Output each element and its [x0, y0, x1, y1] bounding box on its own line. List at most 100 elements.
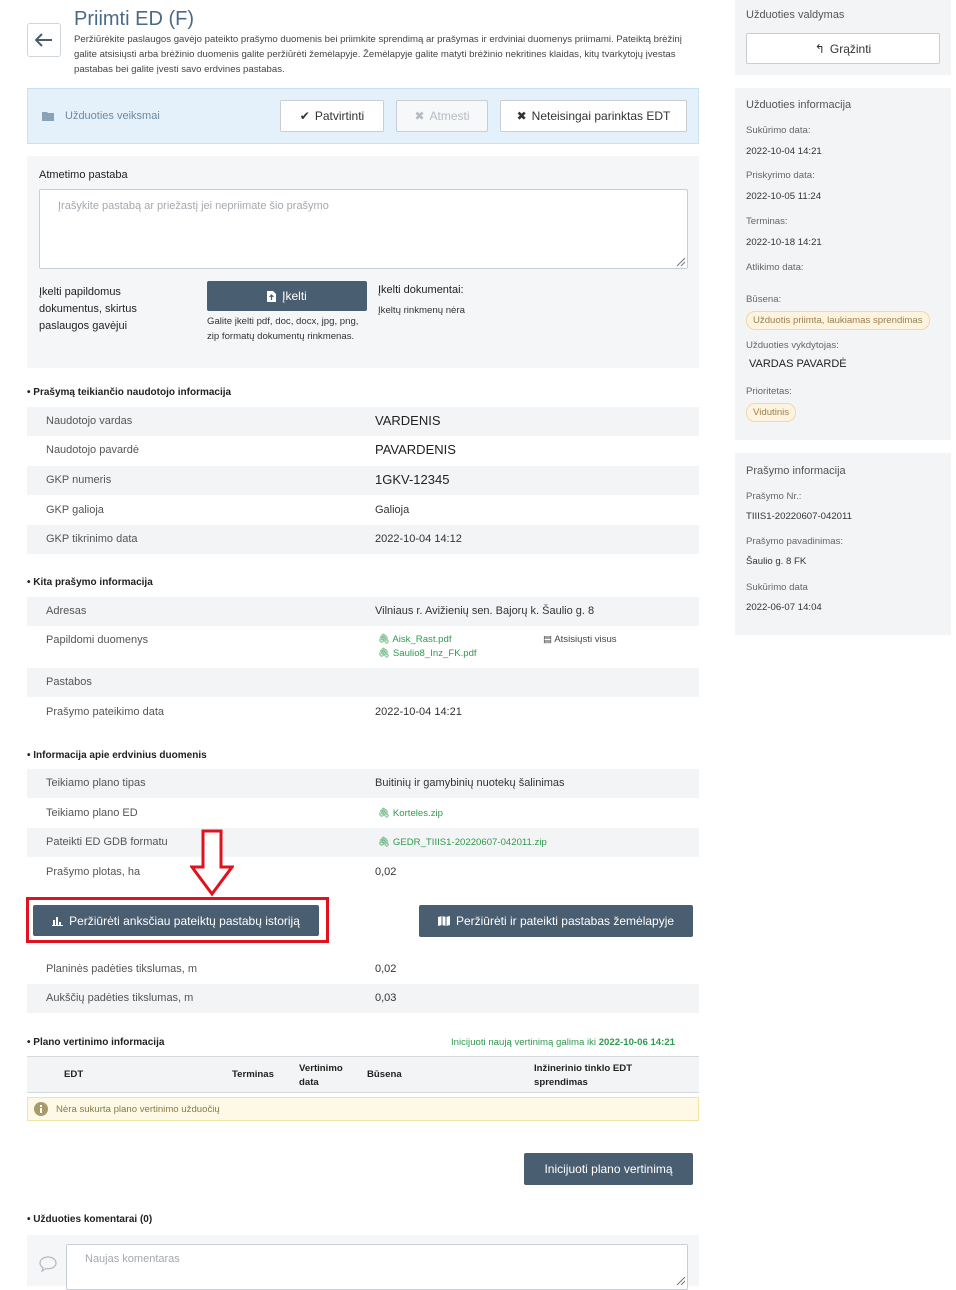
view-history-button[interactable]: Peržiūrėti anksčiau pateiktų pastabų ist…	[33, 905, 319, 936]
request-info-heading: Prašymo informacija	[746, 465, 846, 477]
status-badge: Užduotis priimta, laukiamas sprendimas	[746, 311, 930, 330]
request-no-value: TIIIS1-20220607-042011	[746, 511, 852, 522]
task-management-heading: Užduoties valdymas	[746, 9, 845, 21]
file-link[interactable]: 🖇 GEDR_TIIIS1-20220607-042011.zip	[378, 837, 547, 848]
confirm-button[interactable]: ✔ Patvirtinti	[280, 100, 384, 132]
request-created-label: Sukūrimo data	[746, 582, 808, 593]
resize-handle-icon[interactable]	[675, 1275, 685, 1285]
column-header: EDT	[64, 1069, 84, 1080]
info-row: GKP tikrinimo data 2022-10-04 14:12	[27, 525, 699, 554]
task-actions-bar: Užduoties veiksmai ✔ Patvirtinti ✖ Atmesti…	[27, 88, 699, 144]
info-row: GKP numeris 1GKV-12345	[27, 466, 699, 495]
view-map-button[interactable]: Peržiūrėti ir pateikti pastabas žemėlapy…	[419, 905, 693, 937]
task-management-card: Užduoties valdymas ↰ Grąžinti	[735, 0, 951, 75]
init-verification-button[interactable]: Inicijuoti plano vertinimą	[524, 1153, 693, 1185]
info-row: Teikiamo plano ED 🖇 Korteles.zip	[46, 807, 443, 819]
created-date-label: Sukūrimo data:	[746, 125, 811, 136]
upload-hint: Galite įkelti pdf, doc, docx, jpg, png, …	[207, 316, 359, 342]
rejection-panel: Atmetimo pastaba Įrašykite pastabą ar pr…	[27, 156, 699, 368]
upload-button[interactable]: Įkelti	[207, 281, 367, 311]
comment-panel: Naujas komentaras	[27, 1235, 699, 1290]
arrow-left-icon	[35, 33, 52, 47]
uploaded-docs-title: Įkelti dokumentai:	[378, 284, 464, 296]
comment-placeholder: Naujas komentaras	[85, 1253, 180, 1265]
task-info-card: Užduoties informacija Sukūrimo data: 202…	[735, 88, 951, 440]
request-name-label: Prašymo pavadinimas:	[746, 536, 844, 547]
rejection-label: Atmetimo pastaba	[39, 169, 128, 181]
uploaded-docs-empty: Įkeltų rinkmenų nėra	[378, 305, 465, 316]
comments-section-heading: • Užduoties komentarai (0)	[27, 1214, 153, 1225]
completion-date-label: Atlikimo data:	[746, 262, 804, 273]
executor-value: VARDAS PAVARDĖ	[749, 358, 847, 370]
paperclip-icon: 🖇	[378, 837, 391, 848]
info-row: Prašymo plotas, ha 0,02	[46, 866, 397, 878]
file-link[interactable]: 🖇 Korteles.zip	[378, 808, 443, 819]
request-created-value: 2022-06-07 14:04	[746, 602, 822, 613]
bar-chart-icon	[52, 916, 64, 926]
info-row: Pateikti ED GDB formatu 🖇 GEDR_TIIIS1-202…	[27, 828, 699, 857]
info-icon	[34, 1102, 48, 1116]
priority-label: Prioritetas:	[746, 386, 792, 397]
down-arrow-annotation-icon	[190, 829, 234, 897]
task-info-heading: Užduoties informacija	[746, 99, 852, 111]
info-row: GKP galioja Galioja	[46, 504, 410, 516]
verification-section-heading: • Plano vertinimo informacija	[27, 1037, 165, 1048]
resize-handle-icon[interactable]	[675, 256, 685, 266]
reject-button[interactable]: ✖ Atmesti	[396, 100, 488, 132]
column-header: Inžinerinio tinklo EDT sprendimas	[534, 1063, 633, 1088]
info-row: Planinės padėties tikslumas, m 0,02	[46, 963, 397, 975]
file-upload-icon	[267, 290, 277, 302]
request-name-value: Šaulio g. 8 FK	[746, 556, 807, 567]
page-title: Priimti ED (F)	[74, 8, 194, 30]
assigned-date-label: Priskyrimo data:	[746, 170, 815, 181]
init-deadline-note: Inicijuoti naują vertinimą galima iki 20…	[451, 1037, 675, 1048]
task-actions-label: Užduoties veiksmai	[42, 110, 160, 122]
info-row: Teikiamo plano tipas Buitinių ir gamybini…	[27, 769, 699, 798]
back-button[interactable]	[27, 23, 61, 57]
spatial-section-heading: • Informacija apie erdvinius duomenis	[27, 750, 207, 761]
info-row: Naudotojo pavardė PAVARDENIS	[46, 442, 456, 457]
created-date-value: 2022-10-04 14:21	[746, 146, 822, 157]
empty-verification-alert: Nėra sukurta plano vertinimo užduočių	[27, 1097, 699, 1121]
other-info-section-heading: • Kita prašymo informacija	[27, 577, 153, 588]
info-row: Aukščių padėties tikslumas, m 0,03	[27, 984, 699, 1013]
column-header: Terminas	[232, 1069, 274, 1080]
file-link[interactable]: 🖇 Saulio8_Inz_FK.pdf	[378, 648, 477, 659]
paperclip-icon: 🖇	[378, 648, 391, 659]
file-link[interactable]: 🖇 Aisk_Rast.pdf	[378, 634, 452, 645]
status-label: Būsena:	[746, 294, 782, 305]
request-info-card: Prašymo informacija Prašymo Nr.: TIIIS1-…	[735, 453, 951, 635]
deadline-value: 2022-10-18 14:21	[746, 237, 822, 248]
download-all-link[interactable]: ▤ Atsisiųsti visus	[543, 634, 617, 645]
info-row: Papildomi duomenys 🖇 Aisk_Rast.pdf 🖇 Sau…	[46, 634, 617, 659]
rejection-note-textarea[interactable]: Įrašykite pastabą ar priežastį jei nepri…	[39, 189, 688, 269]
check-icon: ✔	[299, 109, 310, 123]
assigned-date-value: 2022-10-05 11:24	[746, 191, 822, 202]
times-icon: ✖	[414, 109, 425, 123]
comment-icon	[39, 1256, 57, 1272]
column-header: Būsena	[367, 1069, 402, 1080]
info-row: Adresas Vilniaus r. Avižienių sen. Bajorų…	[27, 597, 699, 626]
priority-badge: Vidutinis	[746, 403, 797, 422]
info-row: Pastabos	[27, 668, 699, 697]
return-button[interactable]: ↰ Grąžinti	[746, 33, 940, 64]
file-download-icon: ▤	[543, 634, 553, 645]
times-icon: ✖	[516, 109, 527, 123]
rejection-placeholder: Įrašykite pastabą ar priežastį jei nepri…	[58, 200, 329, 212]
deadline-label: Terminas:	[746, 216, 788, 227]
wrong-edt-button[interactable]: ✖ Neteisingai parinktas EDT	[500, 100, 687, 132]
info-row: Naudotojo vardas VARDENIS	[27, 407, 699, 436]
comment-textarea[interactable]: Naujas komentaras	[66, 1244, 688, 1290]
applicant-section-heading: • Prašymą teikiančio naudotojo informaci…	[27, 387, 232, 398]
map-icon	[437, 916, 450, 926]
upload-label: Įkelti papildomus dokumentus, skirtus pa…	[39, 286, 137, 332]
executor-label: Užduoties vykdytojas:	[746, 340, 839, 351]
folder-icon	[42, 112, 54, 121]
request-no-label: Prašymo Nr.:	[746, 491, 802, 502]
page-description: Peržiūrėkite paslaugos gavėjo pateikto p…	[74, 34, 682, 75]
info-row: Prašymo pateikimo data 2022-10-04 14:21	[46, 706, 462, 718]
paperclip-icon: 🖇	[378, 808, 391, 819]
reply-icon: ↰	[814, 41, 825, 56]
paperclip-icon: 🖇	[378, 634, 391, 645]
verification-table-header: EDT Terminas Vertinimo data Būsena Inžin…	[27, 1056, 699, 1093]
